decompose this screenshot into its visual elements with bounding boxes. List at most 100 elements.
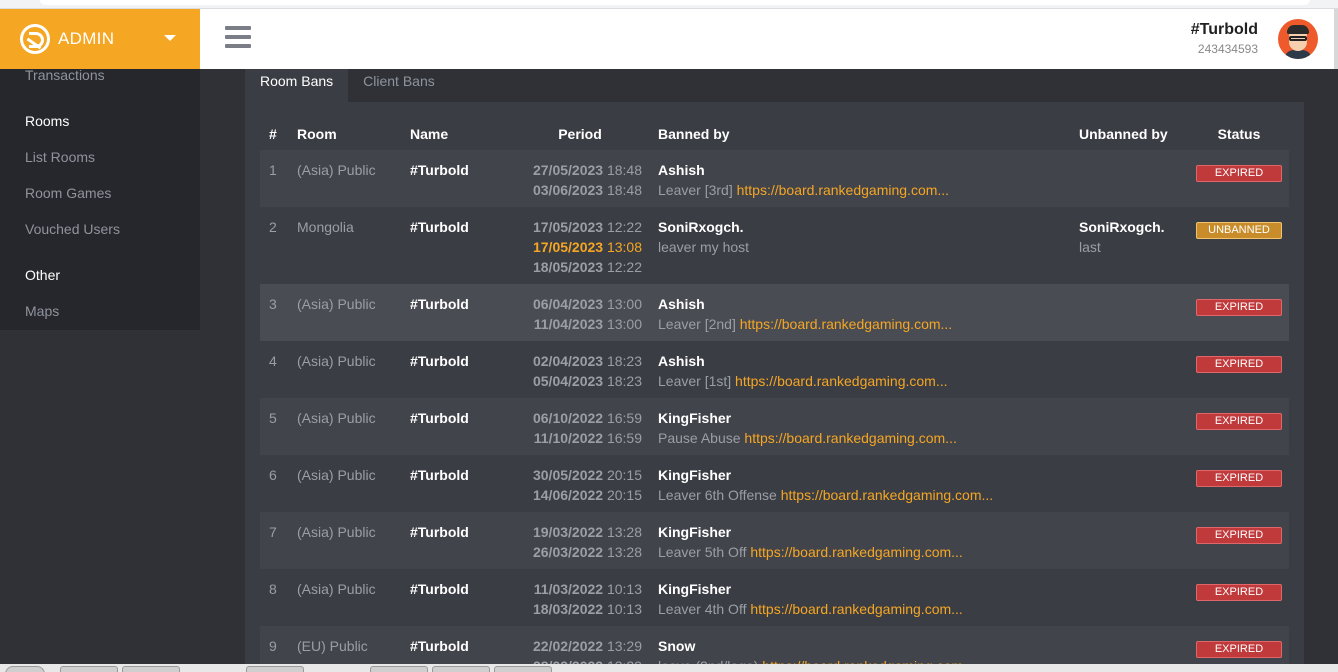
taskbar-app-1[interactable] xyxy=(60,666,118,672)
taskbar-app-6[interactable] xyxy=(494,666,552,672)
ban-reason: Leaver [1st] xyxy=(658,373,732,389)
tab-room-bans[interactable]: Room Bans xyxy=(245,69,349,102)
brand-menu[interactable]: ADMIN xyxy=(0,9,200,69)
banned-by-user[interactable]: Snow xyxy=(658,636,1079,656)
period-date: 27/05/2023 xyxy=(532,162,604,178)
ban-reason: Leaver 4th Off xyxy=(658,601,747,617)
taskbar-app-4[interactable] xyxy=(370,666,428,672)
rankedgaming-logo-icon xyxy=(20,24,50,54)
sidebar-item-transactions[interactable]: Transactions xyxy=(25,67,105,83)
row-player-name[interactable]: #Turbold xyxy=(410,341,502,398)
period-time: 13:28 xyxy=(606,544,642,560)
row-player-name[interactable]: #Turbold xyxy=(410,455,502,512)
avatar[interactable] xyxy=(1278,19,1318,59)
banned-by-user[interactable]: KingFisher xyxy=(658,579,1079,599)
banned-by-user[interactable]: KingFisher xyxy=(658,522,1079,542)
sidebar-item-maps[interactable]: Maps xyxy=(25,303,59,319)
period-date: 30/05/2022 xyxy=(532,467,604,483)
col-header-status[interactable]: Status xyxy=(1189,120,1289,150)
col-header-number[interactable]: # xyxy=(260,120,297,150)
ban-reason-line: Leaver [2nd] https://board.rankedgaming.… xyxy=(658,314,1079,334)
col-header-name[interactable]: Name xyxy=(410,120,502,150)
row-player-name[interactable]: #Turbold xyxy=(410,150,502,207)
sidebar-item-room-games[interactable]: Room Games xyxy=(25,185,111,201)
row-player-name[interactable]: #Turbold xyxy=(410,569,502,626)
ban-thread-link[interactable]: https://board.rankedgaming.com... xyxy=(740,316,952,332)
ban-thread-link[interactable]: https://board.rankedgaming.com... xyxy=(735,373,947,389)
row-number: 5 xyxy=(260,398,297,455)
period-time: 13:00 xyxy=(606,316,642,332)
taskbar-app-3[interactable] xyxy=(246,666,304,672)
row-player-name[interactable]: #Turbold xyxy=(410,512,502,569)
row-room: (Asia) Public xyxy=(297,284,410,341)
row-number: 1 xyxy=(260,150,297,207)
caret-down-icon[interactable] xyxy=(164,35,176,41)
row-number: 2 xyxy=(260,207,297,284)
row-number: 6 xyxy=(260,455,297,512)
table-header-row: # Room Name Period Banned by Unbanned by… xyxy=(260,120,1289,150)
row-unbanned-by xyxy=(1079,569,1189,626)
banned-by-user[interactable]: SoniRxogch. xyxy=(658,217,1079,237)
hamburger-menu-icon[interactable] xyxy=(225,26,251,48)
period-time: 16:59 xyxy=(606,430,642,446)
table-row[interactable]: 5 (Asia) Public #Turbold 06/10/2022 16:59 11… xyxy=(260,398,1289,455)
unbanned-by-user[interactable]: SoniRxogch. xyxy=(1079,217,1189,237)
ban-thread-link[interactable]: https://board.rankedgaming.com... xyxy=(744,430,956,446)
period-time: 12:22 xyxy=(606,219,642,235)
ban-thread-link[interactable]: https://board.rankedgaming.com... xyxy=(737,182,949,198)
ban-reason: Leaver 5th Off xyxy=(658,544,747,560)
table-row[interactable]: 1 (Asia) Public #Turbold 27/05/2023 18:48 03… xyxy=(260,150,1289,207)
period-line: 11/03/2022 10:13 xyxy=(502,579,642,599)
period-line: 17/05/2023 13:08 xyxy=(502,237,642,257)
ban-thread-link[interactable]: https://board.rankedgaming.com... xyxy=(750,601,962,617)
table-row[interactable]: 2 Mongolia #Turbold 17/05/2023 12:22 17/05/2… xyxy=(260,207,1289,284)
table-row[interactable]: 8 (Asia) Public #Turbold 11/03/2022 10:13 18… xyxy=(260,569,1289,626)
row-status: EXPIRED xyxy=(1189,512,1289,569)
banned-by-user[interactable]: Ashish xyxy=(658,294,1079,314)
row-room: Mongolia xyxy=(297,207,410,284)
period-time: 20:15 xyxy=(606,487,642,503)
period-line: 17/05/2023 12:22 xyxy=(502,217,642,237)
row-period: 06/04/2023 13:00 11/04/2023 13:00 xyxy=(502,284,658,341)
user-name[interactable]: #Turbold xyxy=(1191,21,1258,39)
banned-by-user[interactable]: KingFisher xyxy=(658,465,1079,485)
status-badge: UNBANNED xyxy=(1196,222,1282,239)
table-row[interactable]: 7 (Asia) Public #Turbold 19/03/2022 13:28 26… xyxy=(260,512,1289,569)
banned-by-user[interactable]: Ashish xyxy=(658,351,1079,371)
row-player-name[interactable]: #Turbold xyxy=(410,398,502,455)
table-row[interactable]: 3 (Asia) Public #Turbold 06/04/2023 13:00 11… xyxy=(260,284,1289,341)
period-time: 13:29 xyxy=(606,638,642,654)
period-time: 20:15 xyxy=(606,467,642,483)
period-line: 06/10/2022 16:59 xyxy=(502,408,642,428)
os-taskbar-edge xyxy=(0,664,1338,672)
taskbar-app-2[interactable] xyxy=(122,666,180,672)
sidebar-item-list-rooms[interactable]: List Rooms xyxy=(25,149,95,165)
col-header-unbanned-by[interactable]: Unbanned by xyxy=(1079,120,1189,150)
row-room: (Asia) Public xyxy=(297,512,410,569)
table-row[interactable]: 6 (Asia) Public #Turbold 30/05/2022 20:15 14… xyxy=(260,455,1289,512)
period-date: 03/06/2023 xyxy=(532,182,604,198)
ban-thread-link[interactable]: https://board.rankedgaming.com... xyxy=(750,544,962,560)
table-row[interactable]: 4 (Asia) Public #Turbold 02/04/2023 18:23 05… xyxy=(260,341,1289,398)
taskbar-start-button[interactable] xyxy=(5,666,45,672)
period-date: 14/06/2022 xyxy=(532,487,604,503)
period-line: 03/06/2023 18:48 xyxy=(502,180,642,200)
tab-client-bans[interactable]: Client Bans xyxy=(348,69,450,102)
period-line: 26/03/2022 13:28 xyxy=(502,542,642,562)
period-time: 18:48 xyxy=(606,182,642,198)
ban-thread-link[interactable]: https://board.rankedgaming.com... xyxy=(781,487,993,503)
row-status: EXPIRED xyxy=(1189,150,1289,207)
banned-by-user[interactable]: KingFisher xyxy=(658,408,1079,428)
status-badge: EXPIRED xyxy=(1196,413,1282,430)
row-player-name[interactable]: #Turbold xyxy=(410,284,502,341)
col-header-room[interactable]: Room xyxy=(297,120,410,150)
sidebar: Transactions Rooms List Rooms Room Games… xyxy=(0,67,200,672)
col-header-period[interactable]: Period xyxy=(502,120,658,150)
col-header-banned-by[interactable]: Banned by xyxy=(658,120,1079,150)
period-time: 16:59 xyxy=(606,410,642,426)
brand-title: ADMIN xyxy=(58,29,115,48)
taskbar-app-5[interactable] xyxy=(432,666,490,672)
row-player-name[interactable]: #Turbold xyxy=(410,207,502,284)
banned-by-user[interactable]: Ashish xyxy=(658,160,1079,180)
sidebar-item-vouched-users[interactable]: Vouched Users xyxy=(25,221,120,237)
